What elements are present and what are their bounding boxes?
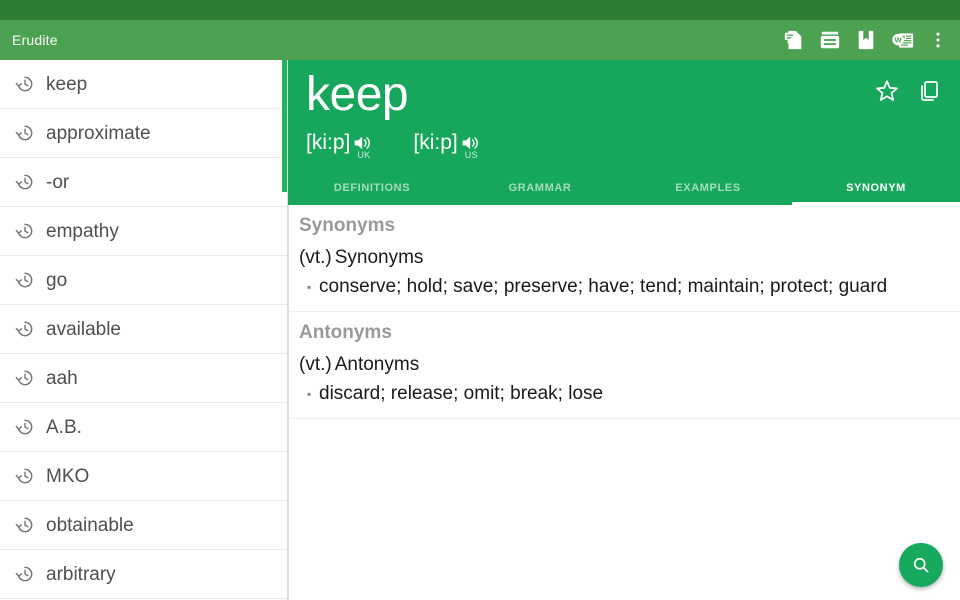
speaker-icon[interactable]: UK <box>353 133 373 153</box>
history-sidebar[interactable]: keep approximate -or <box>0 60 287 600</box>
tab-synonym[interactable]: SYNONYM <box>792 176 960 205</box>
history-list-item[interactable]: arbitrary <box>0 550 287 599</box>
synonym-content: Synonyms (vt.)Synonyms ▪ conserve; hold;… <box>288 205 960 600</box>
tab-definitions[interactable]: DEFINITIONS <box>288 176 456 205</box>
word-header-actions <box>866 70 950 112</box>
part-of-speech-tag: (vt.) <box>299 247 332 268</box>
app-root: Erudite <box>0 0 960 600</box>
history-icon <box>12 120 38 146</box>
section-divider <box>289 418 960 419</box>
part-of-speech-label: Antonyms <box>335 354 419 375</box>
app-bar: Erudite <box>0 20 960 60</box>
history-item-label: A.B. <box>46 418 82 437</box>
history-item-label: MKO <box>46 467 89 486</box>
app-title: Erudite <box>12 32 58 48</box>
pronunciation-row: [ki:p] UK [ki:p] <box>306 132 960 153</box>
tab-bar: DEFINITIONS GRAMMAR EXAMPLES SYNONYM <box>288 176 960 205</box>
history-icon <box>12 71 38 97</box>
history-icon <box>12 218 38 244</box>
part-of-speech-tag: (vt.) <box>299 354 332 375</box>
bookmark-icon[interactable] <box>848 20 884 60</box>
history-item-label: empathy <box>46 222 119 241</box>
app-bar-actions: W <box>776 20 960 60</box>
history-item-label: obtainable <box>46 516 134 535</box>
history-item-label: go <box>46 271 67 290</box>
cards-icon[interactable] <box>812 20 848 60</box>
favorite-star-icon[interactable] <box>866 70 908 112</box>
history-item-label: approximate <box>46 124 151 143</box>
history-icon <box>12 414 38 440</box>
history-icon <box>12 316 38 342</box>
history-list-item[interactable]: obtainable <box>0 501 287 550</box>
pronunciation-us-text: [ki:p] <box>413 132 457 153</box>
history-list-item[interactable]: A.B. <box>0 403 287 452</box>
history-item-label: arbitrary <box>46 565 116 584</box>
history-list-item[interactable]: aah <box>0 354 287 403</box>
pronunciation-us-locale: US <box>465 150 478 160</box>
history-icon <box>12 561 38 587</box>
history-list-item[interactable]: approximate <box>0 109 287 158</box>
history-icon <box>12 463 38 489</box>
history-item-label: aah <box>46 369 78 388</box>
tab-grammar[interactable]: GRAMMAR <box>456 176 624 205</box>
overflow-menu-icon[interactable] <box>920 20 956 60</box>
bullet-icon: ▪ <box>307 380 319 408</box>
history-list-item[interactable]: MKO <box>0 452 287 501</box>
part-of-speech-line: (vt.)Synonyms <box>289 241 960 269</box>
pronunciation-us[interactable]: [ki:p] US <box>413 132 480 153</box>
svg-text:W: W <box>894 35 902 44</box>
synonym-words: conserve; hold; save; preserve; have; te… <box>319 273 887 301</box>
history-list-item[interactable]: empathy <box>0 207 287 256</box>
bullet-icon: ▪ <box>307 273 319 301</box>
history-icon <box>12 267 38 293</box>
history-list-item[interactable]: -or <box>0 158 287 207</box>
history-list-item[interactable]: keep <box>0 60 287 109</box>
synonym-list-item: ▪ conserve; hold; save; preserve; have; … <box>289 269 960 307</box>
synonyms-section: Synonyms (vt.)Synonyms ▪ conserve; hold;… <box>289 205 960 307</box>
headword: keep <box>306 70 960 120</box>
history-item-label: keep <box>46 75 87 94</box>
history-item-label: available <box>46 320 121 339</box>
history-item-label: -or <box>46 173 69 192</box>
history-icon <box>12 512 38 538</box>
antonyms-section: Antonyms (vt.)Antonyms ▪ discard; releas… <box>289 312 960 414</box>
speaker-icon[interactable]: US <box>461 133 481 153</box>
antonym-words: discard; release; omit; break; lose <box>319 380 603 408</box>
antonym-list-item: ▪ discard; release; omit; break; lose <box>289 376 960 414</box>
history-icon <box>12 365 38 391</box>
part-of-speech-label: Synonyms <box>335 247 424 268</box>
word-of-day-icon[interactable]: W <box>884 20 920 60</box>
section-title: Antonyms <box>289 312 960 348</box>
copy-icon[interactable] <box>908 70 950 112</box>
search-fab[interactable] <box>899 543 943 587</box>
pronunciation-uk-locale: UK <box>357 150 370 160</box>
status-bar <box>0 0 960 20</box>
notes-icon[interactable] <box>776 20 812 60</box>
history-list-item[interactable]: go <box>0 256 287 305</box>
pronunciation-uk[interactable]: [ki:p] UK <box>306 132 373 153</box>
part-of-speech-line: (vt.)Antonyms <box>289 348 960 376</box>
history-icon <box>12 169 38 195</box>
pronunciation-uk-text: [ki:p] <box>306 132 350 153</box>
section-title: Synonyms <box>289 205 960 241</box>
history-list-item[interactable]: available <box>0 305 287 354</box>
tab-examples[interactable]: EXAMPLES <box>624 176 792 205</box>
